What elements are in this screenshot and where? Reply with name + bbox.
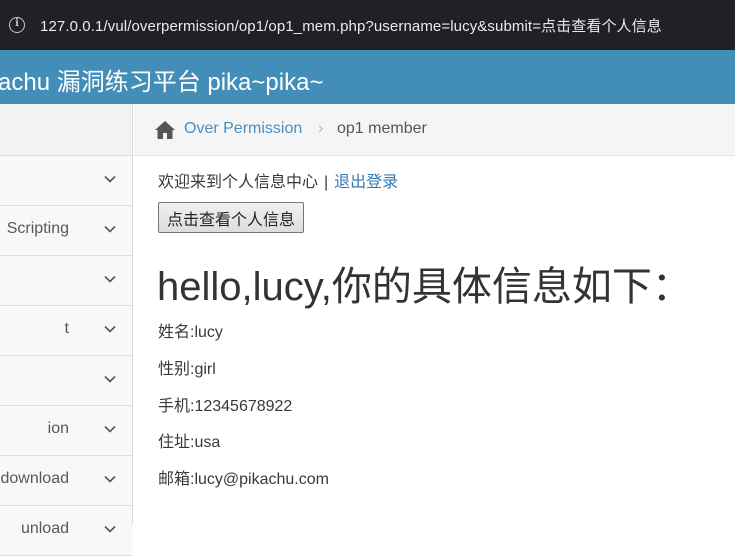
chevron-down-icon [104,373,116,385]
app-title[interactable]: achu 漏洞练习平台 pika~pika~ [0,62,323,97]
browser-address-bar: i 127.0.0.1/vul/overpermission/op1/op1_m… [0,0,735,50]
sidebar-item-label: edownload [0,470,69,487]
info-name: 姓名:lucy [158,324,223,341]
sidebar-item[interactable] [0,156,132,206]
sidebar-item[interactable] [0,356,132,406]
info-gender: 性别:girl [158,361,216,378]
breadcrumb: Over Permission › op1 member [134,104,735,156]
breadcrumb-separator: › [318,120,324,137]
home-icon[interactable] [154,120,176,140]
welcome-separator: | [324,174,329,191]
chevron-down-icon [104,223,116,235]
sidebar-header [0,104,132,156]
sidebar-item[interactable]: ion [0,406,132,456]
url-field[interactable]: 127.0.0.1/vul/overpermission/op1/op1_mem… [40,15,662,36]
breadcrumb-current: op1 member [337,120,427,137]
sidebar-item-label: ion [47,420,69,437]
chevron-down-icon [104,273,116,285]
sidebar-item-label: unload [20,520,69,537]
welcome-text: 欢迎来到个人信息中心 [158,174,319,191]
app-header: achu 漏洞练习平台 pika~pika~ [0,50,735,104]
chevron-down-icon [104,423,116,435]
sidebar-item[interactable]: t [0,306,132,356]
info-address: 住址:usa [158,434,221,451]
chevron-down-icon [104,323,116,335]
sidebar-item[interactable]: Scripting [0,206,132,256]
info-phone: 手机:12345678922 [158,398,293,415]
sidebar-item-label: Scripting [6,220,69,237]
chevron-down-icon [104,473,116,485]
breadcrumb-link-over-permission[interactable]: Over Permission [184,120,302,138]
info-email: 邮箱:lucy@pikachu.com [158,471,329,488]
sidebar: Scripting t ion edownload unload [0,104,133,556]
sidebar-item[interactable]: edownload [0,456,132,506]
view-profile-button[interactable]: 点击查看个人信息 [158,202,305,233]
chevron-down-icon [104,173,116,185]
welcome-line: 欢迎来到个人信息中心 | 退出登录 [158,168,398,192]
logout-link[interactable]: 退出登录 [334,174,398,191]
page-title: hello,lucy,你的具体信息如下： [157,265,692,309]
sidebar-item[interactable] [0,256,132,306]
main-content: 欢迎来到个人信息中心 | 退出登录 点击查看个人信息 hello,lucy,你的具体… [134,156,735,525]
sidebar-item-label: t [64,320,69,337]
info-icon[interactable]: i [9,17,25,33]
sidebar-item[interactable]: unload [0,506,132,556]
